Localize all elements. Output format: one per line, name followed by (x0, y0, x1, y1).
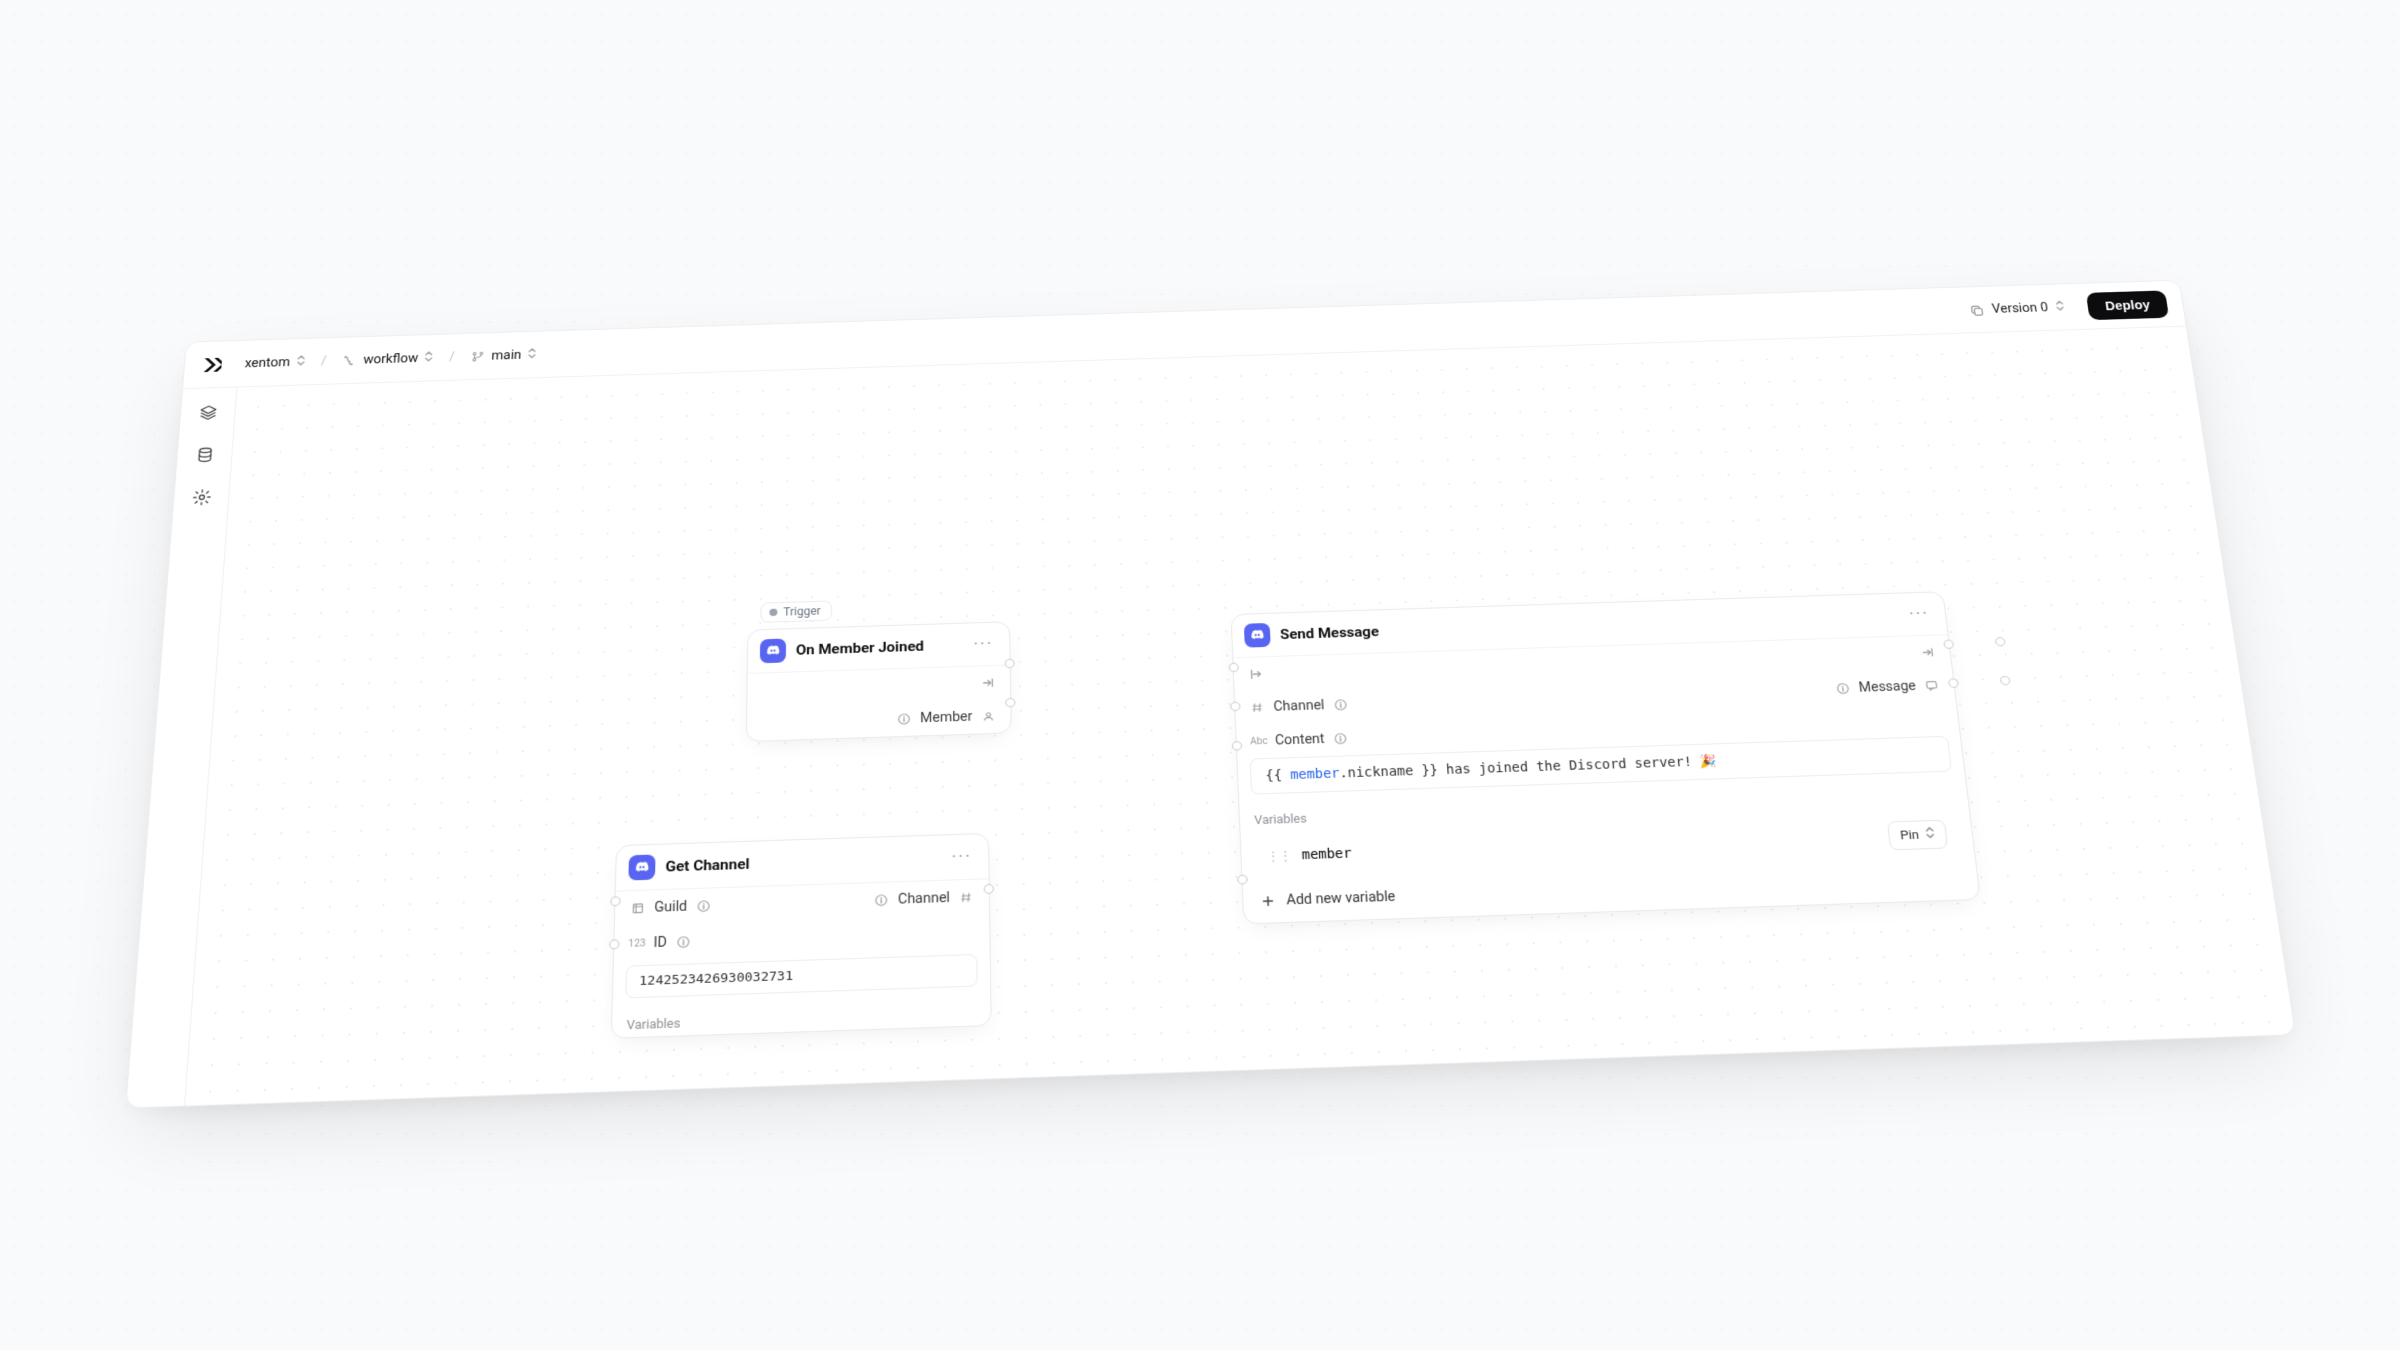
info-icon[interactable] (1332, 731, 1349, 747)
workflow-canvas[interactable]: Trigger On Member Joined ··· (185, 327, 2295, 1106)
crumb-org[interactable]: xentom (238, 350, 312, 375)
port-flow-out[interactable] (1943, 640, 1954, 650)
canvas-port[interactable] (1995, 637, 2006, 647)
info-icon[interactable] (873, 892, 889, 908)
node-tag-trigger: Trigger (760, 600, 831, 622)
input-id-label: ID (653, 935, 667, 951)
port-channel-out[interactable] (984, 884, 994, 894)
canvas-port[interactable] (2000, 676, 2011, 686)
node-more-button[interactable]: ··· (1904, 602, 1935, 626)
breadcrumb: xentom / workflow / (238, 343, 543, 375)
plus-icon (1259, 893, 1276, 909)
crumb-workflow-label: workflow (363, 351, 419, 367)
node-title-label: Send Message (1280, 606, 1896, 642)
node-more-button[interactable]: ··· (969, 632, 997, 656)
crumb-branch[interactable]: main (464, 343, 543, 368)
chevron-updown-icon (295, 354, 306, 370)
content-token: member (1290, 766, 1340, 783)
app-logo[interactable] (199, 353, 226, 376)
id-value-field[interactable]: 1242523426930032731 (625, 954, 977, 998)
flow-out-icon (1919, 645, 1937, 660)
guild-type-icon (629, 900, 646, 916)
chevron-updown-icon (1924, 826, 1936, 844)
port-flow-out[interactable] (1005, 659, 1015, 669)
crumb-separator: / (449, 350, 455, 364)
pin-label: Pin (1899, 828, 1919, 843)
trigger-dot-icon (769, 609, 777, 617)
input-guild-label: Guild (654, 899, 687, 916)
member-type-icon (980, 709, 996, 724)
app-window: xentom / workflow / (125, 280, 2296, 1109)
variable-pin-select[interactable]: Pin (1887, 820, 1948, 851)
node-title-label: Get Channel (665, 849, 937, 875)
branch-icon (470, 349, 486, 363)
input-channel-label: Channel (1273, 698, 1325, 715)
crumb-workflow[interactable]: workflow (336, 346, 441, 372)
rail-settings-button[interactable] (187, 484, 216, 510)
input-content-label: Content (1275, 732, 1325, 749)
message-type-icon (1923, 678, 1941, 693)
version-icon (1968, 302, 1985, 316)
node-get-channel[interactable]: Get Channel ··· Guild (611, 833, 992, 1039)
info-icon[interactable] (896, 711, 912, 726)
discord-icon (1244, 623, 1271, 648)
rail-database-button[interactable] (190, 442, 219, 468)
crumb-branch-label: main (491, 348, 522, 363)
discord-icon (760, 639, 786, 664)
crumb-org-label: xentom (244, 355, 290, 370)
text-type-icon: Abc (1251, 734, 1268, 750)
trigger-tag-label: Trigger (783, 604, 820, 618)
rail-layers-button[interactable] (193, 400, 222, 425)
variable-name: member (1301, 846, 1351, 863)
crumb-separator: / (321, 354, 327, 368)
version-selector[interactable]: Version 0 (1958, 294, 2077, 323)
discord-icon (628, 854, 655, 880)
node-send-message[interactable]: Send Message ··· (1231, 591, 1981, 924)
node-title-label: On Member Joined (796, 637, 960, 659)
version-label: Version 0 (1991, 301, 2049, 316)
workflow-icon (342, 353, 358, 367)
info-icon[interactable] (1834, 681, 1852, 696)
drag-handle-icon[interactable]: ⋮⋮ (1267, 849, 1292, 863)
info-icon[interactable] (1332, 697, 1349, 712)
add-variable-label: Add new variable (1286, 889, 1396, 908)
hash-icon (1249, 700, 1266, 715)
content-rest: .nickname }} has joined the Discord serv… (1339, 754, 1718, 782)
output-member-row: Member (747, 699, 1011, 741)
output-member-label: Member (920, 709, 972, 726)
number-type-icon: 123 (629, 935, 646, 951)
chevron-updown-icon (2054, 299, 2066, 315)
chevron-updown-icon (527, 347, 537, 363)
deploy-button[interactable]: Deploy (2086, 290, 2169, 320)
variables-section-label: Variables (612, 998, 991, 1038)
info-icon[interactable] (675, 934, 692, 950)
info-icon[interactable] (695, 898, 712, 914)
flow-out-icon (980, 675, 996, 690)
content-prefix: {{ (1265, 768, 1290, 784)
edges-layer (228, 378, 528, 519)
port-message-out[interactable] (1948, 678, 1959, 688)
node-on-member-joined[interactable]: Trigger On Member Joined ··· (746, 621, 1012, 742)
hash-icon (958, 889, 975, 905)
port-member-out[interactable] (1005, 698, 1015, 708)
flow-in-icon (1248, 666, 1265, 681)
output-channel-label: Channel (898, 890, 950, 907)
chevron-updown-icon (424, 350, 434, 366)
node-more-button[interactable]: ··· (947, 844, 976, 869)
output-message-label: Message (1858, 679, 1917, 696)
